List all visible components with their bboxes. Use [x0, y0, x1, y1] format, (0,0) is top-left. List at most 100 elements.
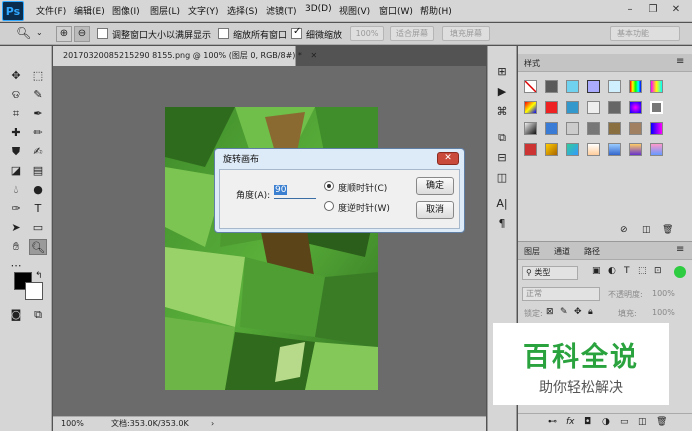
style-swatch[interactable]	[629, 143, 642, 156]
zoom-out-icon[interactable]: ⊖	[74, 26, 90, 42]
blend-mode-select[interactable]: 正常	[522, 287, 600, 301]
menu-window[interactable]: 窗口(W)	[379, 4, 413, 17]
link-layers-icon[interactable]: ⊷	[548, 417, 557, 427]
zoom-in-icon[interactable]: ⊕	[56, 26, 72, 42]
style-swatch[interactable]	[650, 80, 663, 93]
eyedropper-icon[interactable]: ✒	[29, 106, 47, 122]
menu-filter[interactable]: 滤镜(T)	[266, 4, 297, 17]
style-swatch[interactable]	[524, 101, 537, 114]
swap-colors-icon[interactable]: ↰	[35, 271, 43, 281]
dialog-close-icon[interactable]: ✕	[437, 152, 459, 165]
fill-screen-button[interactable]: 填充屏幕	[442, 26, 490, 41]
style-swatch[interactable]	[608, 80, 621, 93]
type-tool-icon[interactable]: T	[29, 201, 47, 217]
menu-image[interactable]: 图像(I)	[112, 4, 140, 17]
resize-window-checkbox[interactable]	[97, 28, 108, 39]
pen-tool-icon[interactable]: ✑	[7, 201, 25, 217]
zoom-tool-icon[interactable]: 🔍︎	[29, 239, 47, 255]
menu-help[interactable]: 帮助(H)	[420, 4, 452, 17]
style-swatch[interactable]	[566, 122, 579, 135]
delete-layer-icon[interactable]: 🗑︎	[656, 417, 667, 427]
new-group-icon[interactable]: ▭	[620, 417, 629, 427]
menu-file[interactable]: 文件(F)	[36, 4, 66, 17]
actions-play-icon[interactable]: ▶	[493, 84, 511, 100]
style-swatch[interactable]	[545, 122, 558, 135]
style-swatch[interactable]	[629, 80, 642, 93]
fit-screen-button[interactable]: 适合屏幕	[390, 26, 434, 41]
scrubby-zoom-checkbox[interactable]	[291, 26, 302, 39]
brush-panel-icon[interactable]: ⌘	[493, 104, 511, 120]
eraser-tool-icon[interactable]: ◪	[7, 163, 25, 179]
tab-paths[interactable]: 路径	[584, 246, 600, 257]
zoom-all-checkbox[interactable]	[218, 28, 229, 39]
style-swatch[interactable]	[608, 101, 621, 114]
close-tab-icon[interactable]: ✕	[310, 51, 317, 60]
lock-paint-icon[interactable]: ✎	[560, 307, 568, 317]
filter-shape-icon[interactable]: ⬚	[638, 266, 647, 276]
clone-stamp-icon[interactable]: ⛊	[7, 144, 25, 160]
dodge-tool-icon[interactable]: ●	[29, 182, 47, 198]
add-mask-icon[interactable]: ◘	[584, 417, 591, 427]
blur-tool-icon[interactable]: 💧︎	[7, 182, 25, 198]
ok-button[interactable]: 确定	[416, 177, 454, 195]
layer-fx-icon[interactable]: fx	[566, 417, 575, 427]
brush-tool-icon[interactable]: ✏	[29, 125, 47, 141]
angle-input[interactable]: 90	[274, 185, 316, 199]
marquee-tool-icon[interactable]: ⬚	[29, 68, 47, 84]
style-swatch[interactable]	[587, 80, 600, 93]
adjustments-icon[interactable]: ⊟	[493, 150, 511, 166]
new-style-icon[interactable]: ◫	[642, 225, 651, 235]
move-tool-icon[interactable]: ✥	[7, 68, 25, 84]
clockwise-radio[interactable]	[324, 181, 334, 191]
style-swatch[interactable]	[587, 101, 600, 114]
status-arrow-icon[interactable]: ›	[211, 417, 214, 431]
clone-source-icon[interactable]: ⧉	[493, 130, 511, 146]
delete-style-icon[interactable]: 🗑︎	[662, 225, 673, 235]
counterclockwise-radio[interactable]	[324, 201, 334, 211]
style-swatch[interactable]	[545, 101, 558, 114]
style-swatch[interactable]	[629, 122, 642, 135]
style-swatch[interactable]	[566, 80, 579, 93]
lasso-tool-icon[interactable]: ଡ	[7, 87, 25, 103]
filter-image-icon[interactable]: ▣	[592, 266, 601, 276]
style-swatch[interactable]	[587, 122, 600, 135]
style-swatch[interactable]	[587, 143, 600, 156]
dialog-title-bar[interactable]: 旋转画布 ✕	[215, 149, 464, 167]
style-swatch[interactable]	[566, 101, 579, 114]
fill-value[interactable]: 100%	[652, 308, 675, 317]
panel-menu-icon[interactable]: ≡	[676, 244, 684, 255]
tab-styles[interactable]: 样式	[524, 58, 540, 69]
lock-all-icon[interactable]: 🔒︎	[588, 307, 593, 317]
magic-wand-icon[interactable]: ✎	[29, 87, 47, 103]
new-layer-icon[interactable]: ◫	[638, 417, 647, 427]
style-swatch[interactable]	[608, 122, 621, 135]
style-swatch[interactable]	[608, 143, 621, 156]
paragraph-icon[interactable]: ¶	[493, 216, 511, 232]
close-icon[interactable]: ✕	[668, 2, 684, 18]
path-selection-icon[interactable]: ➤	[7, 220, 25, 236]
menu-type[interactable]: 文字(Y)	[188, 4, 219, 17]
history-brush-icon[interactable]: ✍	[29, 144, 47, 160]
opacity-value[interactable]: 100%	[652, 289, 675, 298]
zoom-level[interactable]: 100%	[61, 417, 84, 431]
filter-type-icon[interactable]: T	[624, 266, 630, 276]
style-swatch[interactable]	[545, 80, 558, 93]
menu-3d[interactable]: 3D(D)	[305, 4, 332, 14]
style-swatch[interactable]	[524, 143, 537, 156]
document-tab[interactable]: 20170320085215290 8155.png @ 100% (图层 0,…	[53, 46, 317, 66]
menu-layer[interactable]: 图层(L)	[150, 4, 180, 17]
quick-mask-icon[interactable]: ◙	[7, 307, 25, 323]
zoom-100-button[interactable]: 100%	[350, 26, 384, 41]
hand-tool-icon[interactable]: ✋︎	[7, 239, 25, 255]
cancel-button[interactable]: 取消	[416, 201, 454, 219]
style-swatch[interactable]	[545, 143, 558, 156]
style-swatch[interactable]	[629, 101, 642, 114]
style-swatch[interactable]	[650, 101, 663, 114]
tab-layers[interactable]: 图层	[524, 246, 540, 257]
style-swatch[interactable]	[566, 143, 579, 156]
filter-toggle-icon[interactable]	[674, 266, 686, 278]
workspace-select[interactable]: 基本功能	[610, 26, 680, 41]
zoom-tool-icon[interactable]: 🔍︎	[16, 26, 31, 40]
lock-pixels-icon[interactable]: ⊠	[546, 307, 554, 317]
layer-filter-select[interactable]: ⚲ 类型	[522, 266, 578, 280]
